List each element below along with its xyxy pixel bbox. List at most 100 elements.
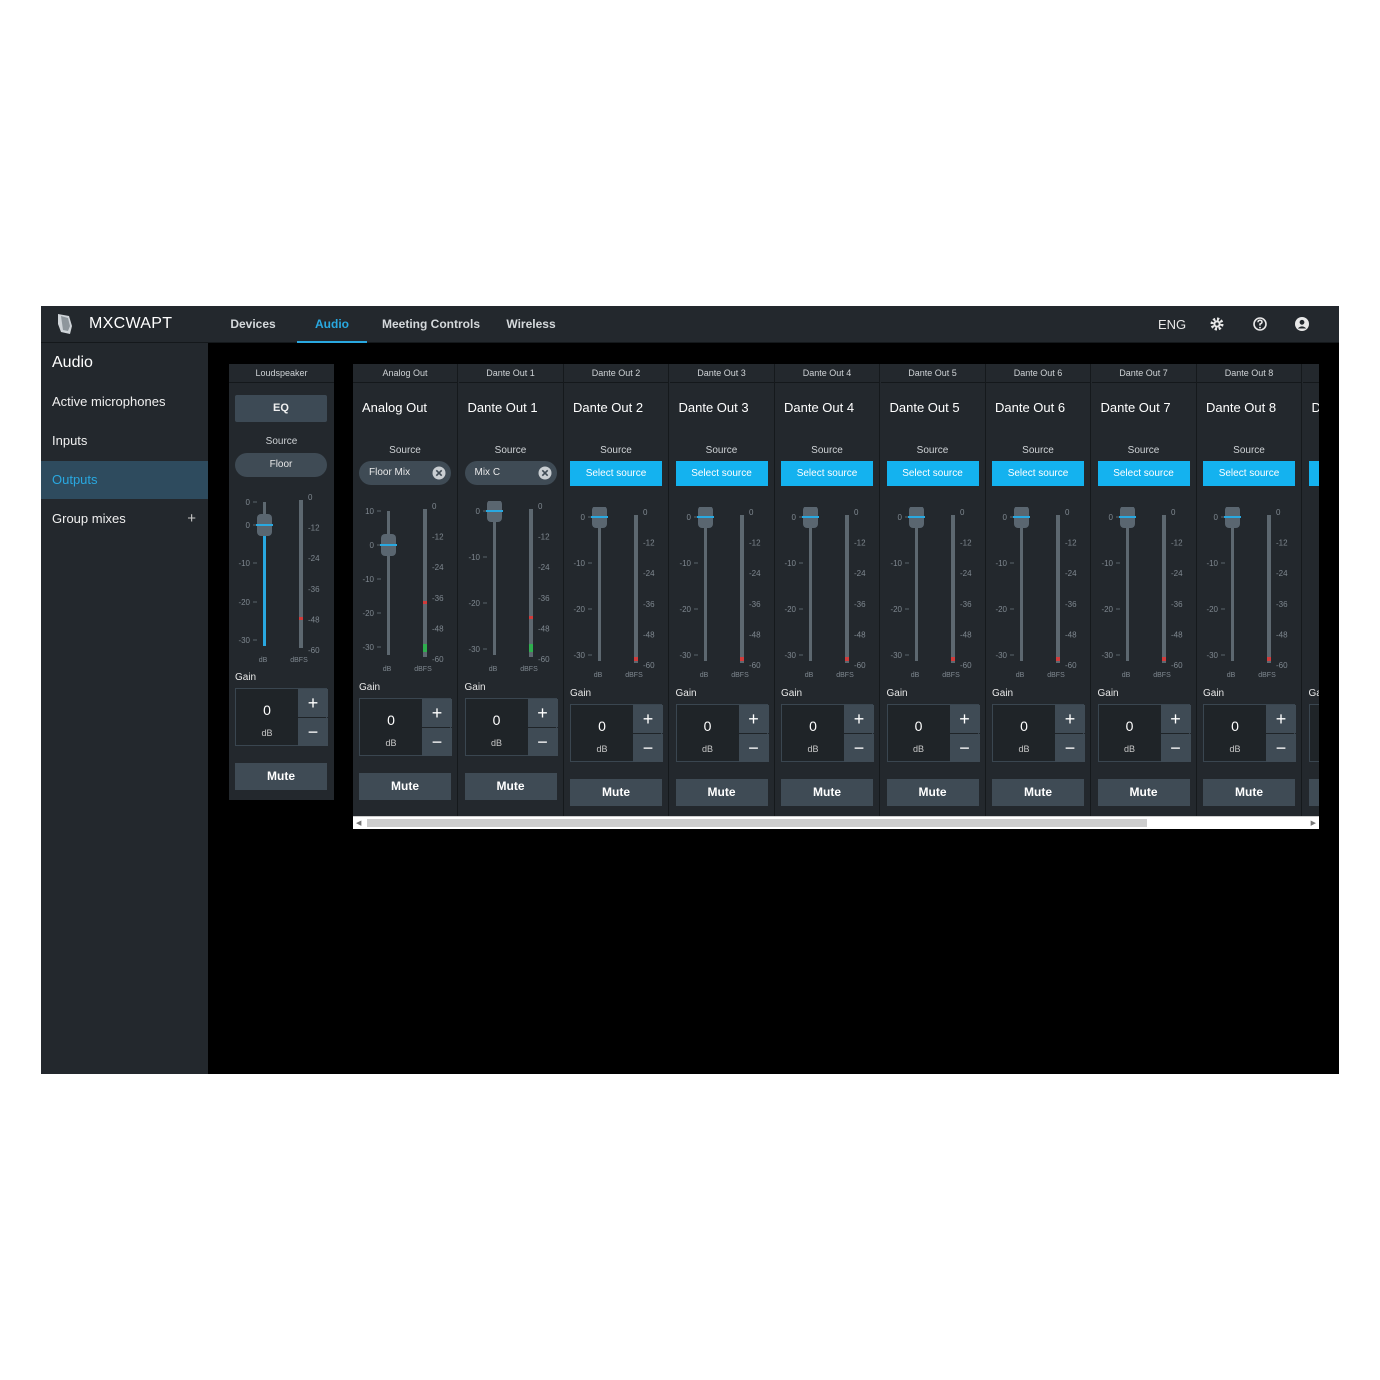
meter-track [634, 515, 638, 663]
meter-unit: dBFS [520, 666, 538, 673]
gain-value[interactable]: 0 [236, 702, 298, 718]
gain-decrease-button[interactable]: − [1160, 734, 1191, 762]
tab-audio[interactable]: Audio [297, 306, 367, 343]
mute-button[interactable] [1308, 779, 1319, 806]
select-source-button[interactable]: Select source [1097, 461, 1190, 486]
gain-decrease-button[interactable]: − [738, 734, 769, 762]
gain-fader[interactable]: 10 0 -10 -20 -30 0 -12 -24 -36 -48 -60 dB dBFS [353, 501, 458, 676]
gain-increase-button[interactable]: + [422, 699, 452, 727]
gain-decrease-button[interactable]: − [949, 734, 980, 762]
gain-increase-button[interactable]: + [527, 699, 558, 727]
scrollbar-thumb[interactable] [367, 819, 1147, 827]
mute-button[interactable]: Mute [781, 779, 873, 806]
tab-wireless[interactable]: Wireless [497, 306, 565, 343]
mute-button[interactable]: Mute [359, 773, 451, 800]
gain-decrease-button[interactable]: − [844, 734, 874, 762]
sidebar-item-active-microphones[interactable]: Active microphones [41, 383, 208, 421]
gain-value[interactable]: 0 [782, 718, 844, 734]
fader-scale-label: -10 [784, 559, 796, 568]
sidebar-item-group-mixes[interactable]: Group mixes + [41, 500, 208, 538]
help-icon[interactable] [1252, 316, 1268, 332]
gain-value[interactable]: 0 [360, 712, 422, 728]
select-source-button[interactable]: Select source [570, 461, 662, 486]
sidebar-item-outputs[interactable]: Outputs [41, 461, 208, 499]
gain-value[interactable]: 0 [888, 718, 950, 734]
meter-scale-label: -24 [1065, 569, 1077, 578]
gain-increase-button[interactable]: + [298, 689, 328, 717]
gain-fader[interactable]: 0 -10 -20 -30 0 -12 -24 -36 -48 -60 dB dBFS [1092, 507, 1197, 682]
gain-value[interactable]: 0 [1099, 718, 1161, 734]
meter-level [299, 617, 303, 620]
mute-button[interactable]: Mute [1097, 779, 1190, 806]
output-strip: Dante Out 7 Dante Out 7 Source Select sourc… [1091, 364, 1197, 816]
meter-scale-label: -24 [749, 569, 761, 578]
source-value: Floor Mix [369, 467, 411, 478]
gain-decrease-button[interactable]: − [1266, 734, 1296, 762]
gain-decrease-button[interactable]: − [527, 728, 558, 756]
gain-fader[interactable]: 0 -10 -20 -30 0 -12 -24 -36 -48 -60 dB dBFS [564, 507, 669, 682]
clear-source-icon[interactable] [538, 466, 552, 480]
gain-value[interactable]: 0 [993, 718, 1055, 734]
scroll-right-icon[interactable]: ▶ [1311, 819, 1316, 827]
mute-button[interactable]: Mute [235, 763, 327, 790]
sidebar-item-inputs[interactable]: Inputs [41, 422, 208, 460]
gain-value[interactable]: 0 [677, 718, 739, 734]
select-source-button[interactable]: Select source [675, 461, 768, 486]
mute-button[interactable]: Mute [675, 779, 768, 806]
meter-scale-label: -60 [308, 646, 320, 655]
horizontal-scrollbar[interactable]: ◀ ▶ [353, 816, 1319, 829]
mute-button[interactable]: Mute [570, 779, 662, 806]
tab-meeting-controls[interactable]: Meeting Controls [381, 306, 481, 343]
mute-button[interactable]: Mute [464, 773, 557, 800]
gain-fader[interactable]: 0 -10 -20 -30 0 -12 -24 -36 -48 -60 dB dBFS [670, 507, 775, 682]
gain-increase-button[interactable]: + [844, 705, 874, 733]
clear-source-icon[interactable] [432, 466, 446, 480]
select-source-button[interactable]: Select source [886, 461, 979, 486]
gain-fader[interactable]: 0 -10 -20 -30 0 -12 -24 -36 -48 -60 dB dBFS [881, 507, 986, 682]
fader-unit: dB [259, 657, 268, 664]
gain-decrease-button[interactable]: − [633, 734, 663, 762]
gain-decrease-button[interactable]: − [1055, 734, 1085, 762]
user-icon[interactable] [1294, 316, 1310, 332]
source-selector[interactable]: Mix C [464, 461, 557, 485]
gain-increase-button[interactable]: + [1266, 705, 1296, 733]
strip-name: D [1311, 400, 1320, 415]
gain-increase-button[interactable]: + [633, 705, 663, 733]
gain-increase-button[interactable]: + [1160, 705, 1191, 733]
gain-fader[interactable]: 0 -10 -20 -30 0 -12 -24 -36 -48 -60 dB dBFS [986, 507, 1091, 682]
gain-fader[interactable]: 0 -10 -20 -30 0 -12 -24 -36 -48 -60 dB dBFS [775, 507, 880, 682]
language-selector[interactable]: ENG [1158, 317, 1186, 332]
mute-button[interactable]: Mute [1203, 779, 1295, 806]
mute-button[interactable]: Mute [992, 779, 1084, 806]
scroll-left-icon[interactable]: ◀ [356, 819, 361, 827]
gain-fader[interactable]: 0 0 -10 -20 -30 0 -12 -24 -36 -48 -60 dB dBFS [229, 492, 334, 667]
gain-fader[interactable]: 0 -10 -20 -30 0 -12 -24 -36 -48 -60 dB dBFS [1197, 507, 1302, 682]
fader-scale-label: 0 [1108, 513, 1113, 522]
gain-label: Gain [235, 672, 257, 683]
select-source-button[interactable]: Select source [1203, 461, 1295, 486]
select-source-button[interactable] [1308, 461, 1319, 486]
meter-unit: dBFS [625, 672, 643, 679]
gain-decrease-button[interactable]: − [298, 718, 328, 746]
add-group-mix-icon[interactable]: + [187, 500, 196, 538]
meter-unit: dBFS [290, 657, 308, 664]
gain-increase-button[interactable]: + [1055, 705, 1085, 733]
gain-value[interactable]: 0 [466, 712, 528, 728]
mute-button[interactable]: Mute [886, 779, 979, 806]
meter-scale-label: -12 [1065, 539, 1077, 548]
gain-decrease-button[interactable]: − [422, 728, 452, 756]
tab-devices[interactable]: Devices [223, 306, 283, 343]
fader-scale-label: -20 [679, 605, 691, 614]
gain-fader[interactable]: 0 -10 -20 -30 0 -12 -24 -36 -48 -60 dB dBFS [459, 501, 564, 676]
gain-value[interactable]: 0 [571, 718, 633, 734]
gain-increase-button[interactable]: + [738, 705, 769, 733]
source-selector[interactable]: Floor Mix [359, 461, 451, 485]
gain-value[interactable]: 0 [1204, 718, 1266, 734]
source-selector[interactable]: Floor [235, 453, 327, 477]
select-source-button[interactable]: Select source [992, 461, 1084, 486]
gear-icon[interactable] [1209, 316, 1225, 332]
select-source-button[interactable]: Select source [781, 461, 873, 486]
strip-title: Dante Out 2 [564, 364, 668, 383]
gain-increase-button[interactable]: + [949, 705, 980, 733]
eq-button[interactable]: EQ [235, 395, 327, 422]
